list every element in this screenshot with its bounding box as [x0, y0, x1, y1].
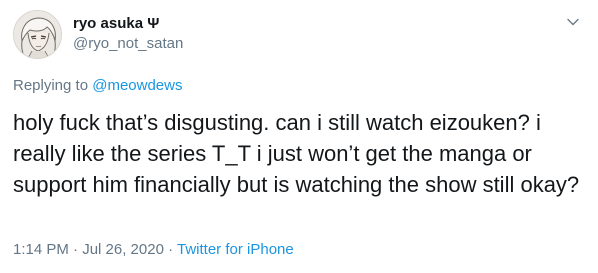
author-info[interactable]: ryo asuka Ψ @ryo_not_satan: [73, 14, 183, 54]
tweet-header: ryo asuka Ψ @ryo_not_satan: [13, 10, 585, 62]
tweet-source-link[interactable]: Twitter for iPhone: [177, 241, 294, 258]
replying-to-label: Replying to: [13, 77, 93, 94]
reply-mention-link[interactable]: @meowdews: [92, 77, 182, 94]
meta-separator: ·: [163, 241, 177, 258]
tweet: ryo asuka Ψ @ryo_not_satan Replying to @…: [0, 0, 598, 273]
chevron-down-icon[interactable]: [565, 14, 581, 30]
user-handle[interactable]: @ryo_not_satan: [73, 34, 183, 54]
replying-to: Replying to @meowdews: [13, 76, 182, 96]
tweet-text: holy fuck that’s disgusting. can i still…: [13, 110, 580, 197]
tweet-timestamp[interactable]: 1:14 PM · Jul 26, 2020: [13, 241, 164, 258]
display-name[interactable]: ryo asuka Ψ: [73, 14, 183, 34]
avatar[interactable]: [13, 10, 62, 59]
anime-character-avatar-icon: [14, 11, 61, 58]
tweet-meta: 1:14 PM · Jul 26, 2020 · Twitter for iPh…: [13, 240, 294, 260]
